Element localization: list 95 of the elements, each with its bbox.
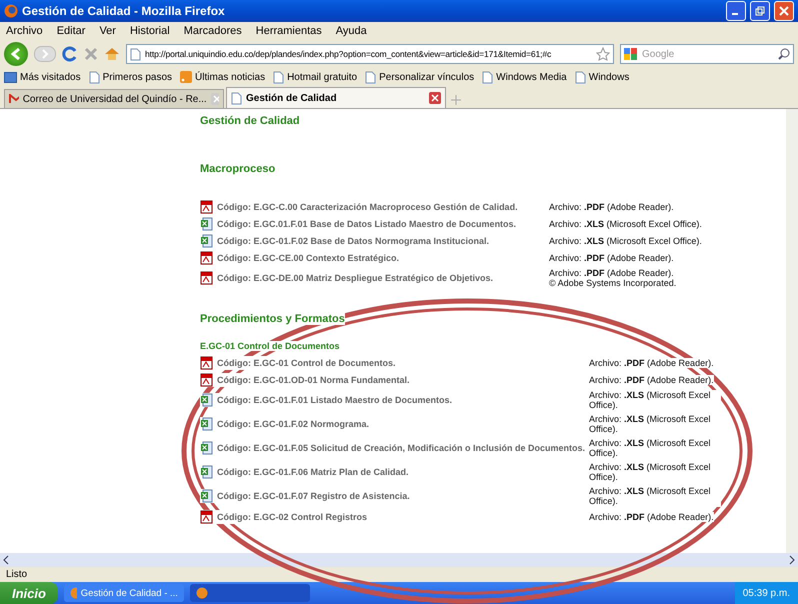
- menu-item[interactable]: Herramientas: [256, 25, 322, 37]
- menu-item[interactable]: Ayuda: [336, 25, 367, 37]
- close-tab-icon[interactable]: [429, 92, 441, 104]
- file-type-text: Archivo: .PDF (Adobe Reader).: [589, 512, 714, 522]
- rss-feed-icon: [180, 71, 192, 83]
- spreadsheet-file-icon: [200, 489, 213, 503]
- page-icon: [482, 70, 494, 84]
- bookmark-link[interactable]: Hotmail gratuito: [273, 70, 358, 84]
- close-button[interactable]: [774, 1, 794, 21]
- home-icon[interactable]: [104, 47, 120, 61]
- document-link[interactable]: Código: E.GC-DE.00 Matriz Despliegue Estratégico de Objetivos.: [200, 271, 494, 285]
- restore-icon: [755, 6, 765, 16]
- reload-icon[interactable]: [62, 46, 78, 62]
- page-icon: [273, 70, 284, 84]
- menu-item[interactable]: Ver: [99, 25, 116, 37]
- document-link[interactable]: Código: E.GC-01.F.05 Solicitud de Creación, Modificación o Inclusión de Documentos.: [200, 441, 586, 455]
- file-type-text: Archivo: .PDF (Adobe Reader).: [549, 268, 674, 278]
- back-button[interactable]: [4, 42, 28, 66]
- pdf-file-icon: [200, 373, 213, 387]
- pdf-file-icon: [200, 510, 213, 524]
- spreadsheet-file-icon: [200, 417, 213, 431]
- mail-icon: [9, 94, 19, 104]
- menu-item[interactable]: Historial: [130, 25, 170, 37]
- window-icon: [70, 587, 77, 599]
- pdf-file-icon: [200, 251, 213, 265]
- menu-item[interactable]: Editar: [56, 25, 86, 37]
- spreadsheet-file-icon: [200, 441, 213, 455]
- search-engine-logo-icon: [624, 48, 638, 60]
- section-heading: Macroproceso: [200, 163, 276, 175]
- page-icon: [88, 70, 100, 84]
- document-link[interactable]: Código: E.GC-C.00 Caracterización Macroproceso Gestión de Calidad.: [200, 200, 518, 214]
- document-link[interactable]: Código: E.GC-01.F.06 Matriz Plan de Calidad.: [200, 465, 409, 479]
- document-link[interactable]: Código: E.GC-01.F.07 Registro de Asistencia.: [200, 489, 410, 503]
- page-icon: [365, 70, 376, 84]
- browser-logo-icon: [4, 4, 18, 18]
- file-type-text: Archivo: .PDF (Adobe Reader).: [549, 252, 674, 264]
- file-type-text: Archivo: .XLS (Microsoft Excel Office).: [549, 236, 702, 246]
- address-field[interactable]: http://portal.uniquindio.edu.co/dep/plandes/index.php?option=com_content&view=article&id=171&Itemid=61;#c: [126, 44, 614, 64]
- bookmark-link[interactable]: Más visitados: [4, 72, 81, 82]
- window-icon: [196, 587, 208, 599]
- bookmark-link[interactable]: Windows Media: [482, 70, 567, 84]
- stop-icon[interactable]: [84, 47, 98, 61]
- bookmark-link[interactable]: Windows: [574, 70, 630, 84]
- scroll-right-icon[interactable]: [788, 555, 796, 565]
- file-type-text: Archivo: .PDF (Adobe Reader).: [589, 358, 714, 368]
- browser-tab[interactable]: Gestión de Calidad: [226, 87, 446, 108]
- taskbar-button[interactable]: Gestión de Calidad - ...: [64, 584, 184, 602]
- status-text: Listo: [6, 569, 28, 580]
- pdf-file-icon: [200, 356, 213, 370]
- bookmark-link[interactable]: Últimas noticias: [180, 71, 266, 83]
- subsection-heading: E.GC-01 Control de Documentos: [200, 341, 340, 351]
- document-link[interactable]: Código: E.GC-01.OD-01 Norma Fundamental.: [200, 373, 410, 387]
- close-icon: [779, 6, 789, 16]
- clock-text: 05:39 p.m.: [742, 588, 790, 598]
- section-heading: Procedimientos y Formatos: [200, 313, 345, 325]
- spreadsheet-file-icon: [200, 465, 213, 479]
- spreadsheet-file-icon: [200, 234, 213, 248]
- pdf-file-icon: [200, 271, 213, 285]
- window-title: Gestión de Calidad - Mozilla Firefox: [22, 4, 226, 18]
- document-link[interactable]: Código: E.GC-01.F.02 Normograma.: [200, 417, 370, 431]
- page-title: Gestión de Calidad: [200, 115, 301, 127]
- file-type-text: Archivo: .PDF (Adobe Reader).: [589, 374, 714, 386]
- document-link[interactable]: Código: E.GC-01.F.01 Listado Maestro de Documentos.: [200, 393, 452, 407]
- horizontal-scrollbar[interactable]: [0, 553, 798, 567]
- file-type-text: Archivo: .XLS (Microsoft Excel Office).: [589, 486, 721, 506]
- star-icon[interactable]: [596, 47, 610, 61]
- page-icon: [130, 48, 141, 60]
- spreadsheet-file-icon: [200, 217, 213, 231]
- browser-tab[interactable]: Correo de Universidad del Quindío - Re...: [4, 89, 224, 108]
- menu-item[interactable]: Archivo: [6, 25, 43, 37]
- menu-item[interactable]: Marcadores: [184, 25, 242, 37]
- taskbar-button[interactable]: [190, 584, 310, 602]
- spreadsheet-file-icon: [200, 393, 213, 407]
- scroll-left-icon[interactable]: [2, 555, 10, 565]
- restore-button[interactable]: [750, 1, 770, 21]
- pdf-file-icon: [200, 200, 213, 214]
- bookmark-link[interactable]: Primeros pasos: [88, 70, 172, 84]
- document-link[interactable]: Código: E.GC-01 Control de Documentos.: [200, 356, 396, 370]
- page-icon: [574, 70, 586, 84]
- file-type-text: Archivo: .PDF (Adobe Reader).: [549, 202, 674, 212]
- copyright-note: © Adobe Systems Incorporated.: [549, 278, 676, 288]
- page-icon: [231, 92, 242, 104]
- search-icon[interactable]: [778, 48, 790, 60]
- minimize-button[interactable]: [726, 1, 746, 21]
- start-button[interactable]: Inicio: [0, 582, 58, 604]
- document-link[interactable]: Código: E.GC.01.F.01 Base de Datos Listado Maestro de Documentos.: [200, 217, 516, 231]
- bookmark-link[interactable]: Personalizar vínculos: [365, 70, 474, 84]
- document-link[interactable]: Código: E.GC-01.F.02 Base de Datos Normograma Institucional.: [200, 234, 490, 248]
- document-link[interactable]: Código: E.GC-02 Control Registros: [200, 510, 368, 524]
- document-link[interactable]: Código: E.GC-CE.00 Contexto Estratégico.: [200, 251, 400, 265]
- file-type-text: Archivo: .XLS (Microsoft Excel Office).: [589, 390, 721, 410]
- new-tab-icon[interactable]: [448, 92, 464, 108]
- vertical-scrollbar[interactable]: [786, 109, 798, 553]
- file-type-text: Archivo: .XLS (Microsoft Excel Office).: [549, 218, 702, 230]
- bookmarks-folder-icon: [4, 72, 17, 82]
